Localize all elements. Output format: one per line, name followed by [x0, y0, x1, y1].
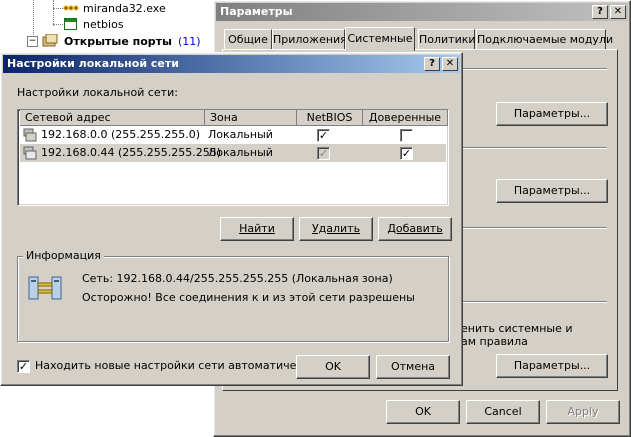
lan-dialog: Настройки локальной сети ? ✕ Настройки л…	[0, 52, 463, 386]
netbios-checkbox[interactable]: ✓	[317, 129, 330, 142]
params-titlebar[interactable]: Параметры ? ✕	[216, 3, 628, 21]
table-row[interactable]: 192.168.0.0 (255.255.255.0) Локальный ✓	[20, 126, 446, 144]
column-header-netbios[interactable]: NetBIOS	[297, 110, 363, 126]
help-button[interactable]: ?	[424, 57, 440, 71]
network-info-icon	[27, 273, 63, 303]
tree-item-label: miranda32.exe	[83, 2, 166, 15]
divider	[459, 68, 607, 70]
params-text-2: ам правила	[461, 335, 528, 348]
tree-line	[53, 0, 54, 26]
tree-line	[53, 8, 63, 9]
lan-cancel-button[interactable]: Отмена	[376, 355, 450, 379]
window-icon	[64, 18, 77, 30]
apply-button[interactable]: Apply	[546, 400, 620, 424]
row-zone: Локальный	[208, 128, 273, 141]
app-icon	[63, 3, 79, 14]
table-row[interactable]: 192.168.0.44 (255.255.255.255) Локальный…	[20, 144, 446, 162]
ok-button[interactable]: OK	[386, 400, 460, 424]
divider	[459, 147, 607, 149]
params-title: Параметры	[220, 5, 293, 18]
params-button-1[interactable]: Параметры...	[496, 102, 608, 126]
column-header-trusted[interactable]: Доверенные	[363, 110, 448, 126]
cancel-button[interactable]: Cancel	[466, 400, 540, 424]
network-icon	[23, 128, 37, 142]
tab-general[interactable]: Общие	[224, 29, 272, 49]
params-text-1: енить системные и	[461, 322, 573, 335]
add-button[interactable]: Добавить	[378, 217, 452, 241]
row-zone: Локальный	[208, 146, 273, 159]
auto-detect-checkbox[interactable]: ✓	[17, 360, 30, 373]
lan-title: Настройки локальной сети	[7, 57, 179, 70]
params-button-2[interactable]: Параметры...	[496, 179, 608, 203]
divider	[459, 227, 607, 229]
tab-plugins[interactable]: Подключаемые модули	[476, 29, 613, 49]
network-icon	[23, 146, 37, 160]
list-label: Настройки локальной сети:	[17, 86, 178, 99]
params-button-3[interactable]: Параметры...	[496, 354, 608, 378]
tab-apps[interactable]: Приложения	[272, 29, 347, 49]
lan-ok-button[interactable]: OK	[296, 355, 370, 379]
ports-icon	[42, 33, 58, 48]
info-title: Информация	[23, 249, 104, 262]
collapse-icon[interactable]: −	[27, 36, 38, 47]
network-list[interactable]: Сетевой адрес Зона NetBIOS Доверенные 19…	[17, 109, 449, 206]
trusted-checkbox[interactable]: ✓	[400, 147, 413, 160]
info-line-1: Сеть: 192.168.0.44/255.255.255.255 (Лока…	[82, 272, 393, 285]
tree-item-label: netbios	[83, 18, 124, 31]
row-address: 192.168.0.0 (255.255.255.0)	[41, 128, 201, 141]
lan-titlebar[interactable]: Настройки локальной сети ? ✕	[3, 55, 460, 73]
ports-count: (11)	[178, 35, 201, 48]
row-address: 192.168.0.44 (255.255.255.255)	[41, 146, 222, 159]
column-header-zone[interactable]: Зона	[205, 110, 297, 126]
tree-item-ports[interactable]: − Открытые порты (11)	[27, 33, 215, 50]
tree-line	[53, 24, 63, 25]
find-button[interactable]: Найти	[220, 217, 294, 241]
info-line-2: Осторожно! Все соединения к и из этой се…	[82, 291, 415, 304]
divider	[459, 301, 607, 303]
help-button[interactable]: ?	[592, 5, 608, 19]
delete-button[interactable]: Удалить	[299, 217, 373, 241]
tab-system[interactable]: Системные	[345, 27, 415, 51]
close-button[interactable]: ✕	[610, 5, 626, 19]
column-header-address[interactable]: Сетевой адрес	[20, 110, 205, 126]
trusted-checkbox[interactable]	[400, 129, 413, 142]
netbios-checkbox[interactable]: ✓	[317, 147, 330, 160]
ports-label: Открытые порты	[64, 35, 172, 48]
auto-detect-label[interactable]: Находить новые настройки сети автоматиче…	[35, 359, 316, 372]
close-button[interactable]: ✕	[442, 57, 458, 71]
tab-policies[interactable]: Политики	[418, 29, 476, 49]
